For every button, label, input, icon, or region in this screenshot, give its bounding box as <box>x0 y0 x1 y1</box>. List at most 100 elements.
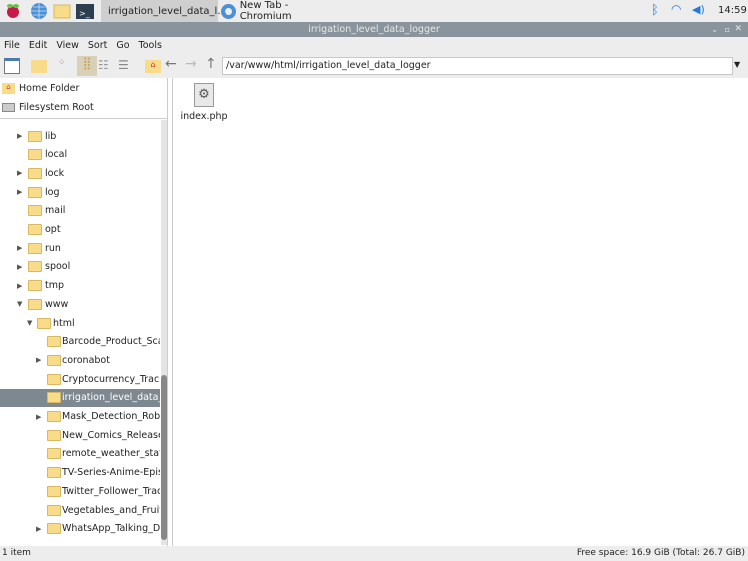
place-label: Home Folder <box>19 82 80 94</box>
tree-item-label: mail <box>45 205 66 217</box>
browser-icon[interactable] <box>30 2 48 20</box>
task-file-manager[interactable]: irrigation_level_data_l... <box>101 0 227 22</box>
tree-item[interactable]: irrigation_level_data_logger <box>0 388 160 407</box>
list-view-icon[interactable]: ☰ <box>118 58 134 74</box>
expand-arrow-icon[interactable]: ▶ <box>17 282 22 290</box>
collapse-arrow-icon[interactable]: ▼ <box>27 319 32 327</box>
bluetooth-icon[interactable]: ᛒ <box>651 3 659 18</box>
up-icon[interactable]: ↑ <box>205 56 221 72</box>
path-input[interactable]: /var/www/html/irrigation_level_data_logg… <box>222 57 733 75</box>
folder-icon <box>28 280 42 292</box>
tree-item-label: Mask_Detection_Robot_ <box>62 411 160 422</box>
folder-icon <box>28 224 42 235</box>
home-icon[interactable]: ⌂ <box>145 60 161 73</box>
tree-item[interactable]: ▼ www <box>0 295 160 313</box>
tree-scrollbar-thumb[interactable] <box>161 375 167 540</box>
folder-icon <box>37 317 51 329</box>
task-label: irrigation_level_data_l... <box>108 5 227 17</box>
tree-item[interactable]: remote_weather_station <box>0 445 160 463</box>
tree-item[interactable]: Vegetables_and_Fruits_ <box>0 501 160 519</box>
tree-item[interactable]: local <box>0 146 160 164</box>
directory-tree: ▶ lib local ▶ lock ▶ log mail opt ▶ run ▶ spool ▶ tmp ▼… <box>0 118 160 545</box>
path-dropdown-icon[interactable]: ▼ <box>734 60 740 69</box>
menu-tools[interactable]: Tools <box>139 40 162 51</box>
maximize-icon[interactable]: ▫ <box>725 22 730 37</box>
expand-arrow-icon[interactable]: ▶ <box>36 413 41 421</box>
tree-item-label: html <box>53 317 75 329</box>
tree-item[interactable]: ▶ coronabot <box>0 351 160 369</box>
task-label: New Tab - Chromium <box>239 0 292 22</box>
place-filesystem-root[interactable]: Filesystem Root <box>2 98 94 116</box>
collapse-arrow-icon[interactable]: ▼ <box>17 300 22 308</box>
drive-icon <box>2 102 15 112</box>
icon-view-thumbnails-icon[interactable]: ⁘ <box>58 58 74 74</box>
folder-icon <box>47 448 61 460</box>
expand-arrow-icon[interactable]: ▶ <box>36 525 41 533</box>
volume-icon[interactable]: ◀) <box>692 3 705 16</box>
file-manager-icon[interactable] <box>53 2 71 20</box>
new-window-icon[interactable] <box>4 58 20 74</box>
expand-arrow-icon[interactable]: ▶ <box>17 169 22 177</box>
window-titlebar[interactable]: irrigation_level_data_logger ⌄ ▫ ✕ <box>0 22 748 37</box>
menu-file[interactable]: File <box>4 40 20 51</box>
tree-item-label: run <box>45 242 61 254</box>
menu-go[interactable]: Go <box>116 40 129 51</box>
wifi-icon[interactable]: ◠ <box>671 2 681 16</box>
tree-item[interactable]: ▶ lib <box>0 127 160 145</box>
forward-icon[interactable]: → <box>185 56 201 72</box>
menu-sort[interactable]: Sort <box>88 40 107 51</box>
menubar: File Edit View Sort Go Tools <box>0 37 748 54</box>
folder-icon <box>28 149 42 161</box>
close-icon[interactable]: ✕ <box>734 22 742 37</box>
file-name: index.php <box>180 111 228 122</box>
tree-item-label: www <box>45 298 69 310</box>
php-file-icon: ⚙ <box>194 83 214 107</box>
icon-view-icon[interactable]: ⣿ <box>77 56 97 76</box>
minimize-icon[interactable]: ⌄ <box>711 22 718 37</box>
tree-item[interactable]: ▶ run <box>0 239 160 257</box>
tree-item-label: opt <box>45 224 61 235</box>
tree-item[interactable]: mail <box>0 202 160 220</box>
folder-icon <box>28 130 42 142</box>
tree-item[interactable]: Barcode_Product_Scanner <box>0 333 160 351</box>
folder-icon <box>47 523 61 535</box>
tree-item[interactable]: ▶ lock <box>0 164 160 182</box>
tree-item[interactable]: ▼ html <box>0 314 160 332</box>
back-icon[interactable]: ← <box>165 56 181 72</box>
compact-view-icon[interactable]: ☷ <box>98 58 114 74</box>
tree-item[interactable]: Twitter_Follower_Tracker <box>0 482 160 500</box>
expand-arrow-icon[interactable]: ▶ <box>36 356 41 364</box>
tree-item[interactable]: ▶ spool <box>0 258 160 276</box>
chromium-icon <box>221 3 236 19</box>
tree-item[interactable]: opt <box>0 221 160 239</box>
tree-item[interactable]: Cryptocurrency_Tracker <box>0 370 160 388</box>
expand-arrow-icon[interactable]: ▶ <box>17 132 22 140</box>
terminal-icon[interactable]: >_ <box>76 2 94 20</box>
menu-edit[interactable]: Edit <box>29 40 47 51</box>
menu-view[interactable]: View <box>56 40 79 51</box>
tree-item-label: remote_weather_station <box>62 448 160 460</box>
place-home-folder[interactable]: ⌂ Home Folder <box>2 79 79 97</box>
task-chromium[interactable]: New Tab - Chromium <box>219 0 339 22</box>
tree-item-label: New_Comics_Releases <box>62 429 160 441</box>
tree-item[interactable]: New_Comics_Releases <box>0 426 160 444</box>
folder-icon <box>28 205 42 217</box>
tree-item[interactable]: ▶ WhatsApp_Talking_Door <box>0 520 160 538</box>
expand-arrow-icon[interactable]: ▶ <box>17 244 22 252</box>
folder-icon <box>28 186 42 198</box>
expand-arrow-icon[interactable]: ▶ <box>17 188 22 196</box>
new-folder-icon[interactable] <box>31 60 47 73</box>
folder-icon <box>47 429 61 441</box>
folder-icon <box>47 485 61 497</box>
file-item[interactable]: ⚙ index.php <box>177 83 231 122</box>
tree-item[interactable]: ▶ log <box>0 183 160 201</box>
expand-arrow-icon[interactable]: ▶ <box>17 263 22 271</box>
tree-item-label: log <box>45 186 60 198</box>
tree-item[interactable]: ▶ tmp <box>0 277 160 295</box>
tree-item[interactable]: TV-Series-Anime-Episodes <box>0 464 160 482</box>
tree-item-label: Vegetables_and_Fruits_ <box>62 504 160 516</box>
folder-icon <box>47 373 61 385</box>
raspberry-menu-icon[interactable] <box>4 2 22 20</box>
tree-item[interactable]: ▶ Mask_Detection_Robot_ <box>0 408 160 426</box>
clock[interactable]: 14:59 <box>718 5 747 16</box>
